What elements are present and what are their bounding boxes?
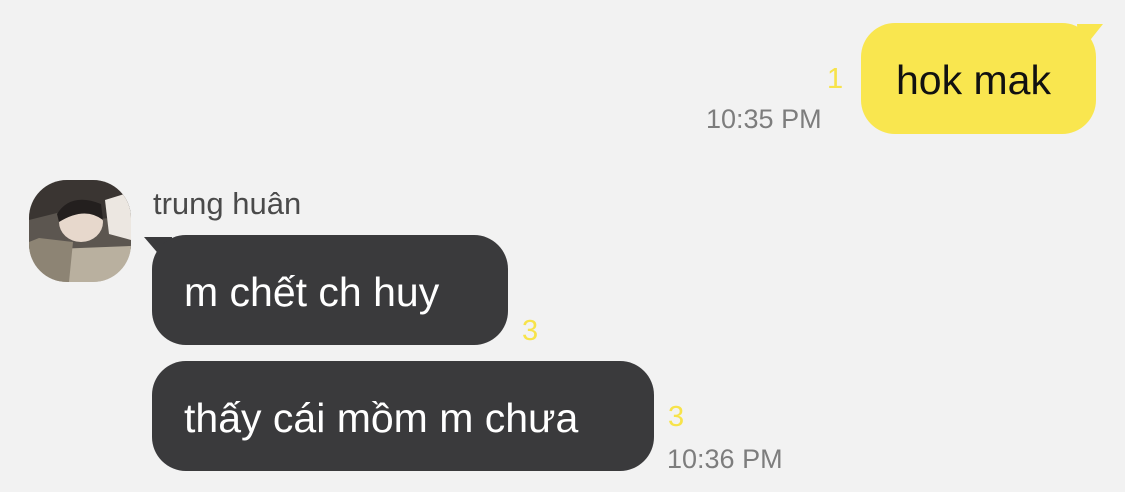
incoming-message-bubble[interactable]: m chết ch huy: [152, 235, 508, 345]
sender-name: trung huân: [153, 186, 302, 221]
incoming-read-count: 3: [668, 401, 685, 433]
incoming-read-count: 3: [522, 315, 539, 347]
incoming-message-bubble[interactable]: thấy cái mồm m chưa: [152, 361, 654, 471]
outgoing-message-bubble[interactable]: hok mak: [861, 23, 1096, 134]
incoming-message-text: thấy cái mồm m chưa: [184, 395, 579, 441]
incoming-timestamp: 10:36 PM: [667, 444, 783, 474]
incoming-message-text: m chết ch huy: [184, 269, 440, 315]
outgoing-read-count: 1: [827, 63, 844, 95]
outgoing-message-text: hok mak: [896, 57, 1051, 103]
outgoing-timestamp: 10:35 PM: [706, 104, 822, 134]
chat-view: hok mak 1 10:35 PM trung huân m chết ch …: [0, 0, 1125, 492]
sender-avatar[interactable]: [29, 180, 131, 282]
profile-photo-icon: [29, 180, 131, 282]
